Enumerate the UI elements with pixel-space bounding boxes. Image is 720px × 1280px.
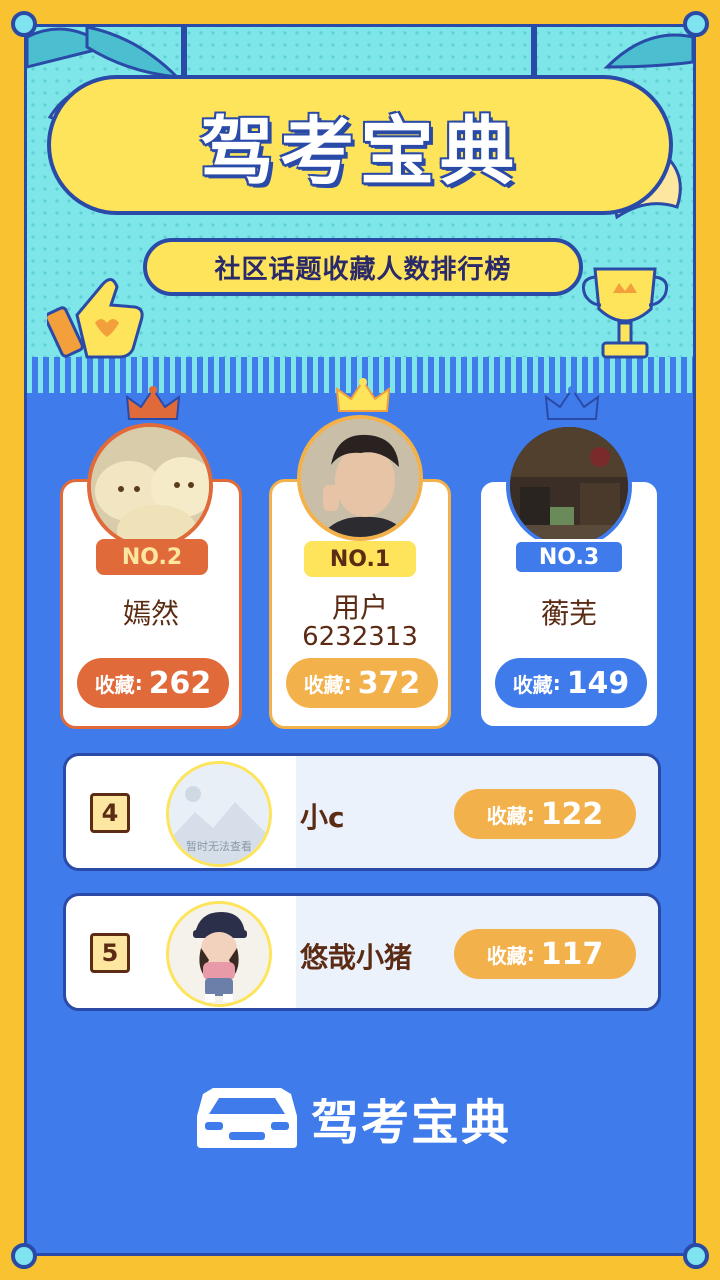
colon: : xyxy=(526,802,535,826)
favorite-label: 收藏 xyxy=(512,672,553,697)
user-name: 嫣然 xyxy=(122,597,179,630)
footer-logo: 驾考宝典 xyxy=(195,1083,535,1153)
list-item[interactable]: 4 暂时无法查看 小c 收藏 : 122 xyxy=(63,753,661,871)
favorite-count: 117 xyxy=(540,936,604,972)
favorite-count-pill: 收藏 : 262 xyxy=(77,658,229,708)
corner-dot xyxy=(11,1243,37,1269)
avatar-placeholder: 暂时无法查看 xyxy=(166,761,272,867)
title-board: 驾考宝典 xyxy=(47,75,673,215)
user-name: 悠哉小猪 xyxy=(300,941,413,974)
rank-badge: NO.3 xyxy=(513,539,625,575)
user-name-line-2: 6232313 xyxy=(302,622,418,652)
list-item[interactable]: 5 悠哉小猪 收藏 : 117 xyxy=(63,893,661,1011)
favorite-label: 收藏 xyxy=(303,672,344,697)
subtitle-banner: 社区话题收藏人数排行榜 xyxy=(143,238,583,296)
rank-number: 5 xyxy=(90,933,130,973)
favorite-count: 149 xyxy=(566,665,630,701)
footer-brand: 驾考宝典 xyxy=(311,1095,512,1151)
corner-dot xyxy=(683,1243,709,1269)
trophy-icon xyxy=(581,267,669,359)
subtitle-text: 社区话题收藏人数排行榜 xyxy=(214,254,512,285)
avatar xyxy=(297,415,423,541)
rank-badge: NO.1 xyxy=(304,541,416,577)
favorite-count-pill: 收藏 : 372 xyxy=(286,658,438,708)
corner-dot xyxy=(11,11,37,37)
favorite-count-pill: 收藏 : 117 xyxy=(454,929,636,979)
favorite-label: 收藏 xyxy=(486,803,527,828)
favorite-count-pill: 收藏 : 122 xyxy=(454,789,636,839)
rank-number: 4 xyxy=(90,793,130,833)
corner-dot xyxy=(683,11,709,37)
crown-orange-icon xyxy=(125,386,181,420)
crown-gold-icon xyxy=(335,378,391,412)
avatar xyxy=(87,423,213,549)
user-name: 用户 xyxy=(331,591,388,624)
avatar xyxy=(166,901,272,1007)
user-name: 小c xyxy=(300,801,345,834)
car-icon xyxy=(197,1088,297,1148)
favorite-count: 122 xyxy=(540,796,604,832)
user-name: 蘅芜 xyxy=(540,597,597,630)
favorite-count: 262 xyxy=(148,665,212,701)
thumbs-up-icon xyxy=(47,278,144,359)
page-title: 驾考宝典 xyxy=(200,108,520,195)
colon: : xyxy=(343,671,352,695)
poster-frame: 驾考宝典 社区话题收藏人数排行榜 嫣然 收藏 : 262 NO.2 用户 623… xyxy=(24,24,696,1256)
crown-blue-icon xyxy=(544,386,600,420)
colon: : xyxy=(526,942,535,966)
favorite-label: 收藏 xyxy=(94,672,135,697)
colon: : xyxy=(134,671,143,695)
favorite-label: 收藏 xyxy=(486,943,527,968)
favorite-count-pill: 收藏 : 149 xyxy=(495,658,647,708)
avatar-caption: 暂时无法查看 xyxy=(186,840,252,853)
avatar xyxy=(506,423,632,549)
rank-badge: NO.2 xyxy=(96,539,208,575)
colon: : xyxy=(552,671,561,695)
favorite-count: 372 xyxy=(357,665,421,701)
